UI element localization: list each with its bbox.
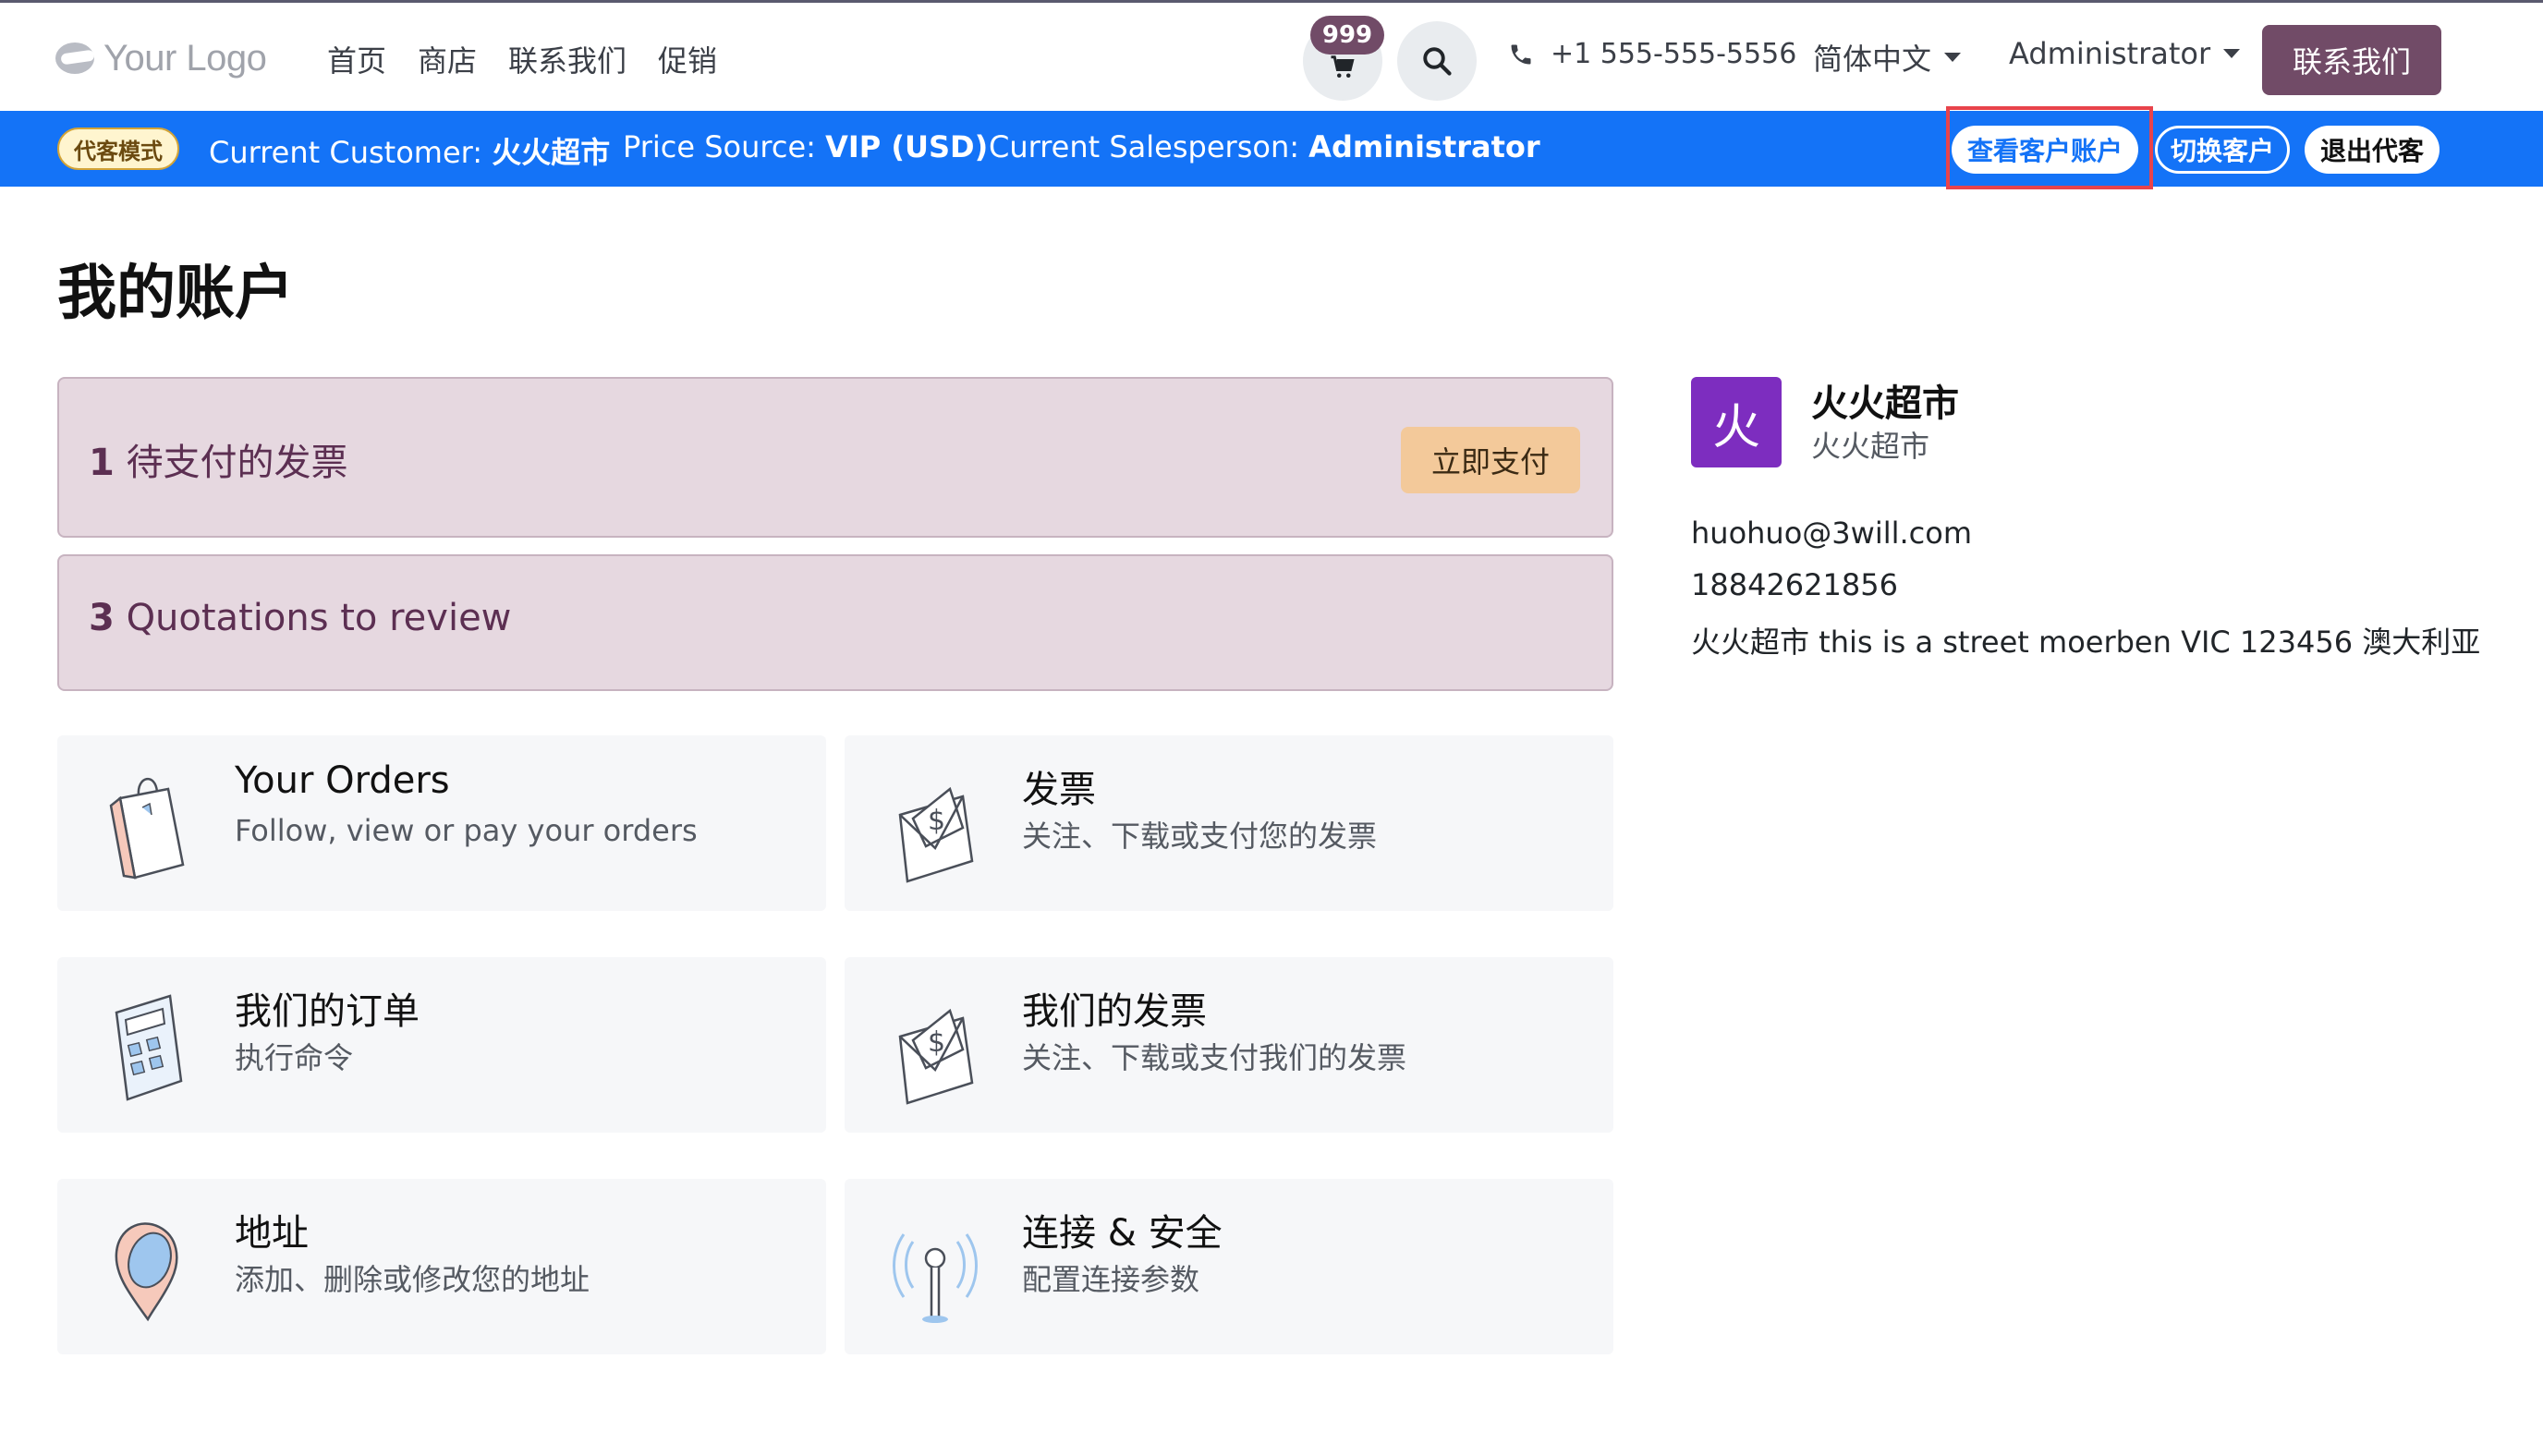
quotations-text: 3 Quotations to review [89,597,511,639]
card-title: 我们的发票 [1022,990,1207,1033]
language-label: 简体中文 [1813,42,1932,77]
invoice-envelope-icon: $ [898,786,974,883]
card-subtitle: Follow, view or pay your orders [235,813,698,848]
invoice-envelope-icon: $ [898,1008,974,1105]
profile-phone: 18842621856 [1691,567,1898,602]
card-title: Your Orders [235,759,450,802]
profile-email: huohuo@3will.com [1691,516,1972,551]
card-title: 地址 [235,1212,309,1255]
current-customer: Current Customer: 火火超市 [209,129,610,172]
current-salesperson-value: Administrator [1308,129,1540,164]
logo-text: Your Logo [103,37,267,79]
top-navbar: Your Logo 首页 商店 联系我们 促销 999 +1 555-555-5… [0,0,2543,111]
price-source-value: VIP (USD) [825,129,989,164]
card-title: 我们的订单 [235,990,420,1033]
card-our-orders[interactable]: 我们的订单 执行命令 [57,957,826,1133]
map-pin-icon [115,1222,178,1322]
exit-impersonation-button[interactable]: 退出代客 [2305,126,2440,174]
card-our-invoices[interactable]: $ 我们的发票 关注、下载或支付我们的发票 [845,957,1613,1133]
site-logo[interactable]: Your Logo [55,34,267,82]
avatar: 火 [1691,377,1782,467]
quotations-label: Quotations to review [126,597,512,639]
current-customer-value: 火火超市 [492,135,611,170]
card-title: 连接 & 安全 [1022,1212,1223,1255]
phone-contact[interactable]: +1 555-555-5556 [1508,38,1796,70]
nav-item-contact[interactable]: 联系我们 [508,38,627,80]
calculator-icon [115,994,183,1101]
quotations-count: 3 [89,597,115,639]
contact-us-button[interactable]: 联系我们 [2262,25,2441,95]
profile-name: 火火超市 [1811,382,1959,425]
mode-badge: 代客模式 [57,127,179,170]
user-dropdown[interactable]: Administrator [2009,36,2241,71]
card-subtitle: 配置连接参数 [1022,1262,1200,1297]
user-name: Administrator [2009,36,2211,71]
price-source-label: Price Source: [623,129,816,164]
phone-number: +1 555-555-5556 [1551,38,1797,70]
pay-now-button[interactable]: 立即支付 [1401,427,1580,493]
logo-mark-icon [55,39,95,78]
page-title: 我的账户 [57,260,294,328]
switch-customer-button[interactable]: 切换客户 [2155,126,2290,174]
pending-invoices-text: 1 待支付的发票 [89,432,348,486]
card-subtitle: 关注、下载或支付您的发票 [1022,819,1378,854]
nav-item-shop[interactable]: 商店 [418,38,477,80]
card-subtitle: 添加、删除或修改您的地址 [235,1262,590,1297]
profile-address: 火火超市 this is a street moerben VIC 123456… [1691,625,2481,660]
card-subtitle: 关注、下载或支付我们的发票 [1022,1040,1407,1075]
card-title: 发票 [1022,769,1096,811]
pending-invoices-label: 待支付的发票 [126,442,348,484]
highlight-box [1946,106,2153,189]
cart-icon [1331,55,1355,78]
shopping-bag-icon [109,778,185,880]
search-icon [1423,47,1452,76]
search-button[interactable] [1397,21,1477,101]
antenna-icon [893,1233,978,1323]
current-salesperson: Current Salesperson: Administrator [989,129,1540,164]
current-customer-label: Current Customer: [209,135,483,170]
price-source: Price Source: VIP (USD) [623,129,988,164]
card-connection-security[interactable]: 连接 & 安全 配置连接参数 [845,1179,1613,1354]
pending-invoices-alert[interactable]: 1 待支付的发票 立即支付 [57,377,1613,538]
phone-icon [1511,44,1531,64]
card-invoices[interactable]: $ 发票 关注、下载或支付您的发票 [845,735,1613,911]
language-dropdown[interactable]: 简体中文 [1813,36,1962,79]
pending-invoices-count: 1 [89,442,115,484]
card-addresses[interactable]: 地址 添加、删除或修改您的地址 [57,1179,826,1354]
chevron-down-icon [2223,49,2241,58]
card-subtitle: 执行命令 [235,1040,354,1075]
nav-item-promotions[interactable]: 促销 [658,38,717,80]
card-your-orders[interactable]: Your Orders Follow, view or pay your ord… [57,735,826,911]
chevron-down-icon [1944,53,1962,62]
current-salesperson-label: Current Salesperson: [989,129,1299,164]
impersonation-bar: 代客模式 Current Customer: 火火超市 Price Source… [0,111,2543,187]
main-nav: 首页 商店 联系我们 促销 [327,38,717,80]
cart-count-badge: 999 [1310,16,1384,55]
quotations-alert[interactable]: 3 Quotations to review [57,554,1613,691]
profile-company: 火火超市 [1811,429,1930,464]
nav-item-home[interactable]: 首页 [327,38,386,80]
